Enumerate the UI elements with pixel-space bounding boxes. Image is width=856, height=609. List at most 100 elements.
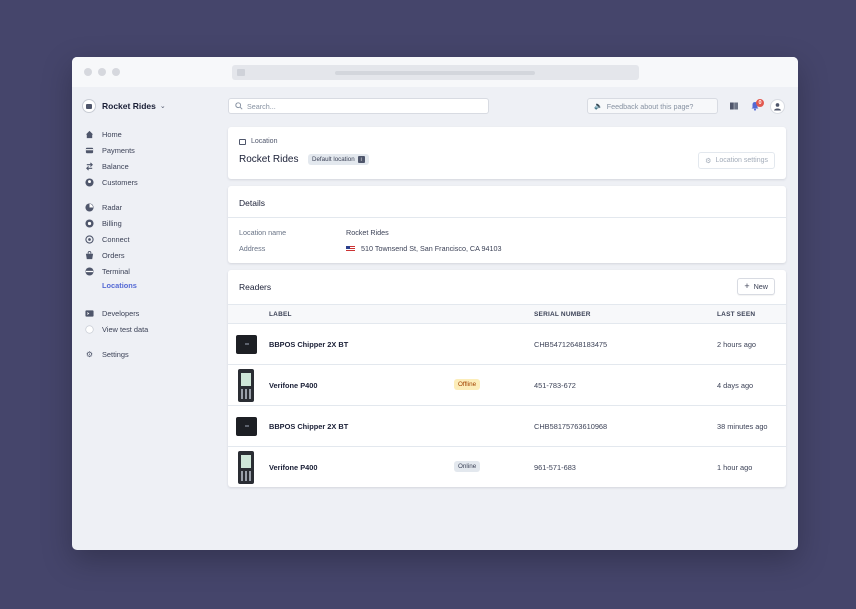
readers-card: Readers + New LABEL SERIAL NUMBER LAST S… xyxy=(228,270,786,487)
sidebar-item-billing[interactable]: Billing xyxy=(85,217,122,229)
sidebar-item-label: Developers xyxy=(102,308,140,318)
reader-label: BBPOS Chipper 2X BT xyxy=(269,422,349,431)
search-input[interactable]: Search... xyxy=(228,98,489,114)
title-bar xyxy=(72,57,798,87)
sidebar-item-label: Home xyxy=(102,129,122,139)
customers-icon xyxy=(85,177,94,187)
sidebar-item-label: Customers xyxy=(102,177,138,187)
toggle-icon[interactable] xyxy=(85,324,94,334)
sidebar-item-settings[interactable]: ⚙ Settings xyxy=(85,348,129,360)
sidebar-item-label: Balance xyxy=(102,161,129,171)
details-card: Details Location name Rocket Rides Addre… xyxy=(228,186,786,263)
sidebar-item-label: Billing xyxy=(102,218,122,228)
sidebar-item-label: View test data xyxy=(102,324,149,334)
sidebar-item-terminal[interactable]: Terminal xyxy=(85,265,130,277)
table-row[interactable]: Verifone P400 Online 961-571-683 1 hour … xyxy=(228,447,786,488)
account-name: Rocket Rides xyxy=(102,101,156,111)
location-settings-button[interactable]: ⚙ Location settings xyxy=(698,152,775,169)
user-icon xyxy=(774,103,781,111)
feedback-label: Feedback about this page? xyxy=(606,101,694,111)
sidebar-item-customers[interactable]: Customers xyxy=(85,176,138,188)
table-header: LABEL SERIAL NUMBER LAST SEEN xyxy=(228,304,786,324)
search-icon xyxy=(235,102,243,110)
sidebar-item-home[interactable]: Home xyxy=(85,128,122,140)
new-reader-button[interactable]: + New xyxy=(737,278,775,295)
status-badge: Online xyxy=(454,461,481,472)
table-row[interactable]: BBPOS Chipper 2X BT CHB54712648183475 2 … xyxy=(228,324,786,365)
sidebar-item-locations[interactable]: Locations xyxy=(85,279,137,291)
address-value: 510 Townsend St, San Francisco, CA 94103 xyxy=(346,244,502,253)
sidebar-item-label: Connect xyxy=(102,234,130,244)
docs-icon[interactable] xyxy=(728,100,740,112)
info-icon[interactable]: i xyxy=(357,156,365,163)
sidebar-item-view-test-data[interactable]: View test data xyxy=(85,323,148,335)
verifone-reader-image xyxy=(238,451,254,484)
home-icon xyxy=(85,130,94,139)
column-header-serial[interactable]: SERIAL NUMBER xyxy=(534,311,591,318)
sidebar-item-label: Settings xyxy=(102,349,129,359)
url-placeholder xyxy=(335,71,535,75)
connect-icon xyxy=(85,234,94,244)
sidebar-item-developers[interactable]: Developers xyxy=(85,307,139,319)
readers-title: Readers xyxy=(239,282,272,292)
status-badge: Offline xyxy=(454,379,481,390)
sidebar-item-label: Orders xyxy=(102,250,125,260)
details-title: Details xyxy=(239,198,265,208)
site-icon xyxy=(237,69,245,76)
developers-icon xyxy=(85,309,94,318)
sidebar-item-orders[interactable]: Orders xyxy=(85,249,125,261)
location-name-text: Rocket Rides xyxy=(346,228,389,237)
verifone-reader-image xyxy=(238,369,254,402)
location-name-label: Location name xyxy=(239,228,287,237)
reader-label: Verifone P400 xyxy=(269,463,318,472)
window-minimize-dot[interactable] xyxy=(98,68,106,76)
address-label: Address xyxy=(239,244,266,253)
reader-label: Verifone P400 xyxy=(269,381,318,390)
reader-serial: 961-571-683 xyxy=(534,463,576,472)
table-row[interactable]: Verifone P400 Offline 451-783-672 4 days… xyxy=(228,365,786,406)
sidebar-item-label: Locations xyxy=(102,280,137,290)
default-location-badge: Default location i xyxy=(308,154,369,165)
url-bar[interactable] xyxy=(232,65,639,80)
reader-last-seen: 1 hour ago xyxy=(717,463,753,472)
sidebar-item-balance[interactable]: Balance xyxy=(85,160,129,172)
sidebar-item-payments[interactable]: Payments xyxy=(85,144,135,156)
table-body: BBPOS Chipper 2X BT CHB54712648183475 2 … xyxy=(228,324,786,487)
reader-serial: CHB54712648183475 xyxy=(534,340,608,349)
column-header-label[interactable]: LABEL xyxy=(269,311,292,318)
location-settings-label: Location settings xyxy=(715,157,768,164)
account-switcher[interactable]: Rocket Rides ⌄ xyxy=(82,99,166,113)
reader-last-seen: 2 hours ago xyxy=(717,340,757,349)
avatar[interactable] xyxy=(770,99,785,114)
store-icon xyxy=(239,138,246,145)
plus-icon: + xyxy=(744,281,750,291)
search-placeholder: Search... xyxy=(247,101,276,111)
sidebar-item-label: Radar xyxy=(102,202,123,212)
location-type: Location xyxy=(239,138,277,145)
reader-serial: CHB58175763610968 xyxy=(534,422,608,431)
account-logo-icon xyxy=(82,99,96,113)
column-header-last-seen[interactable]: LAST SEEN xyxy=(717,311,755,318)
chevron-down-icon: ⌄ xyxy=(159,103,166,110)
feedback-button[interactable]: 🔈 Feedback about this page? xyxy=(587,98,718,114)
sidebar-item-label: Payments xyxy=(102,145,135,155)
chipper-reader-image xyxy=(236,417,257,436)
window-maximize-dot[interactable] xyxy=(112,68,120,76)
page-title: Rocket Rides xyxy=(239,154,299,165)
default-location-label: Default location xyxy=(312,156,355,163)
location-type-label: Location xyxy=(251,138,278,145)
terminal-icon xyxy=(85,266,94,276)
sidebar-item-radar[interactable]: Radar xyxy=(85,201,122,213)
browser-window: Rocket Rides ⌄ Home Payments Balance Cus… xyxy=(72,57,798,550)
balance-icon xyxy=(85,162,94,171)
window-close-dot[interactable] xyxy=(84,68,92,76)
sidebar-item-connect[interactable]: Connect xyxy=(85,233,130,245)
sidebar: Rocket Rides ⌄ Home Payments Balance Cus… xyxy=(72,87,222,550)
billing-icon xyxy=(85,218,94,228)
table-row[interactable]: BBPOS Chipper 2X BT CHB58175763610968 38… xyxy=(228,406,786,447)
reader-last-seen: 38 minutes ago xyxy=(717,422,768,431)
reader-last-seen: 4 days ago xyxy=(717,381,754,390)
notification-badge: 0 xyxy=(756,99,764,107)
sidebar-item-label: Terminal xyxy=(102,266,130,276)
location-header-card: Location Rocket Rides Default location i… xyxy=(228,127,786,179)
